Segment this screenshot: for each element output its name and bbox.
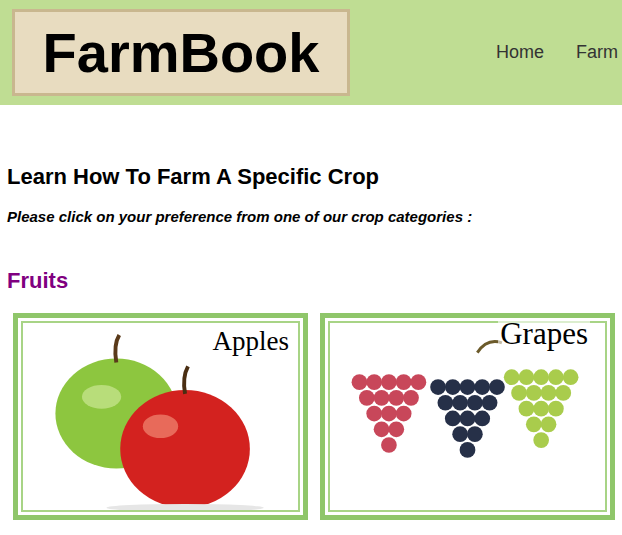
nav-link[interactable]: Home [496,39,544,66]
crop-card[interactable]: Grapes [320,313,615,520]
nav-link[interactable]: Farm [576,39,618,66]
card-row: Apples Grapes [13,313,615,520]
card-label: Apples [211,328,292,355]
grape-picture [328,321,607,512]
site-header: FarmBook Home Farm [0,0,622,105]
logo[interactable]: FarmBook [12,9,350,96]
page-subtitle: Please click on your preference from one… [7,207,615,227]
main-nav: Home Farm [496,39,618,66]
card-label: Grapes [498,318,590,349]
page-title: Learn How To Farm A Specific Crop [7,163,615,191]
content: Learn How To Farm A Specific Crop Please… [0,163,622,520]
section-title: Fruits [7,267,615,295]
crop-card[interactable]: Apples [13,313,308,520]
